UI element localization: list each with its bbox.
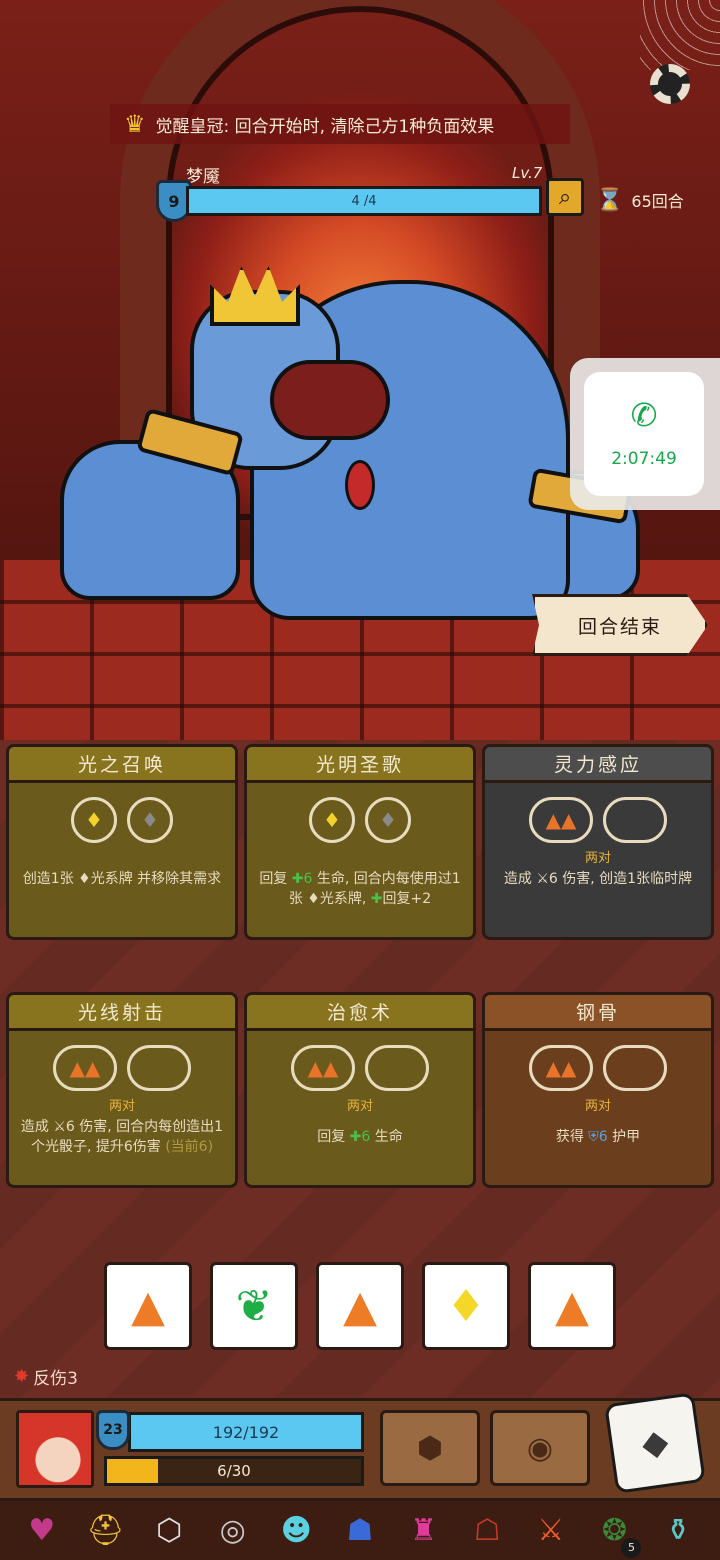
pot-icon: ◉: [526, 1430, 554, 1466]
crown-icon: ♛: [124, 110, 146, 138]
card-description: 造成 ⚔6 伤害, 回合内每创造出1个光骰子, 提升6伤害 (当前6): [20, 1119, 224, 1155]
call-duration: 2:07:49: [611, 449, 677, 469]
thorns-icon: ✸: [14, 1366, 30, 1387]
pair-slot-empty: [603, 1045, 667, 1091]
relic-bar: ♥ ⛑ ⬡ ◎ ☻ ☗ ♜ ☖ ⚔ ❂ 5 ⚱: [0, 1498, 720, 1560]
card-title: 光线射击: [9, 995, 235, 1031]
light-die[interactable]: ♦: [422, 1262, 510, 1350]
round-counter: ⌛ 65回合: [596, 180, 716, 220]
player-energy-bar: 6/30: [104, 1456, 364, 1486]
dice-slots: ▲▲: [9, 1045, 235, 1091]
card-light-shot[interactable]: 光线射击 ▲▲ 两对 造成 ⚔6 伤害, 回合内每创造出1个光骰子, 提升6伤害…: [6, 992, 238, 1188]
card-requirement: 两对: [584, 1099, 611, 1114]
fire-die[interactable]: ▲: [104, 1262, 192, 1350]
card-description: 回复 ✚6 生命: [317, 1129, 403, 1145]
card-title: 光明圣歌: [247, 747, 473, 783]
call-overlay[interactable]: ✆ 2:07:49: [570, 358, 720, 510]
wreath-relic-icon[interactable]: ❂ 5: [589, 1506, 642, 1558]
relic-effect-text: 觉醒皇冠: 回合开始时, 清除己方1种负面效果: [155, 116, 495, 137]
relic-count-badge: 5: [621, 1537, 642, 1558]
droplet-icon: ◆: [639, 1421, 671, 1465]
player-level: 23: [103, 1422, 123, 1438]
card-healing[interactable]: 治愈术 ▲▲ 两对 回复 ✚6 生命: [244, 992, 476, 1188]
avatar-image: [19, 1413, 91, 1485]
thorns-text: 反伤3: [33, 1369, 78, 1389]
card-requirement: 两对: [346, 1099, 373, 1114]
card-title: 治愈术: [247, 995, 473, 1031]
phone-icon: ✆: [630, 396, 658, 434]
player-hp-text: 192/192: [212, 1422, 280, 1442]
call-widget[interactable]: ✆ 2:07:49: [584, 372, 704, 496]
card-spirit-sense[interactable]: 灵力感应 ▲▲ 两对 造成 ⚔6 伤害, 创造1张临时牌: [482, 744, 714, 940]
pair-slot-filled: ▲▲: [529, 797, 593, 843]
dice-slots: ♦ ♦: [9, 797, 235, 843]
d20-item-slot[interactable]: ⬢: [380, 1410, 480, 1486]
fire-die[interactable]: ▲: [316, 1262, 404, 1350]
monster-eye: [345, 460, 375, 510]
blue-cloak-relic-icon[interactable]: ☗: [335, 1506, 385, 1556]
pair-slot-filled: ▲▲: [529, 1045, 593, 1091]
boss-hp-bar: 4 /4: [186, 186, 542, 216]
card-light-summon[interactable]: 光之召唤 ♦ ♦ 创造1张 ♦光系牌 并移除其需求: [6, 744, 238, 940]
card-description: 创造1张 ♦光系牌 并移除其需求: [22, 871, 222, 887]
fire-sword-relic-icon[interactable]: ⚔: [526, 1506, 576, 1556]
boss-monster[interactable]: [60, 240, 640, 620]
card-title: 灵力感应: [485, 747, 711, 783]
fire-die[interactable]: ▲: [528, 1262, 616, 1350]
red-hood-relic-icon[interactable]: ☖: [462, 1506, 512, 1556]
dice-slots: ▲▲: [485, 797, 711, 843]
end-turn-button[interactable]: 回合结束: [532, 594, 708, 656]
grey-dice-slot: ♦: [365, 797, 411, 843]
dice-slots: ▲▲: [247, 1045, 473, 1091]
player-hp-bar: 192/192: [128, 1412, 364, 1452]
dice-slots: ♦ ♦: [247, 797, 473, 843]
pink-heart-relic-icon[interactable]: ♥: [17, 1506, 67, 1556]
d20-icon: ⬢: [416, 1430, 444, 1466]
pair-slot-filled: ▲▲: [291, 1045, 355, 1091]
boss-shield-value: 9: [168, 191, 180, 211]
ring-relic-icon[interactable]: ◎: [208, 1506, 258, 1556]
pair-slot-filled: ▲▲: [53, 1045, 117, 1091]
card-requirement: [9, 847, 235, 865]
light-dice-slot: ♦: [71, 797, 117, 843]
hourglass-icon: ⌛: [596, 187, 624, 213]
thorns-status[interactable]: ✸ 反伤3: [14, 1364, 78, 1389]
pair-slot-empty: [603, 797, 667, 843]
card-title: 光之召唤: [9, 747, 235, 783]
card-requirement: 两对: [108, 1099, 135, 1114]
potion-item-slot[interactable]: ◉: [490, 1410, 590, 1486]
card-steel-bone[interactable]: 钢骨 ▲▲ 两对 获得 ⛨6 护甲: [482, 992, 714, 1188]
pair-slot-empty: [127, 1045, 191, 1091]
reroll-die[interactable]: ◆: [604, 1392, 706, 1494]
energy-text: 6/30: [217, 1462, 251, 1480]
cobweb-decoration: [640, 0, 720, 70]
magnifier-icon: ⌕: [558, 184, 572, 210]
card-description: 获得 ⛨6 护甲: [555, 1129, 641, 1145]
leaf-die[interactable]: ❦: [210, 1262, 298, 1350]
card-requirement: 两对: [584, 851, 611, 866]
inspect-button[interactable]: ⌕: [546, 178, 584, 216]
pair-slot-empty: [365, 1045, 429, 1091]
gear-icon[interactable]: [650, 64, 690, 104]
player-level-badge: 23: [96, 1410, 130, 1450]
ghost-relic-icon[interactable]: ☻: [271, 1506, 321, 1556]
light-dice-slot: ♦: [309, 797, 355, 843]
player-avatar[interactable]: [16, 1410, 94, 1488]
boss-hp-text: 4 /4: [351, 193, 377, 209]
vase-relic-icon[interactable]: ⚱: [653, 1506, 703, 1556]
monster-mouth: [270, 360, 390, 440]
card-description: 回复 ✚6 生命, 回合内每使用过1张 ♦光系牌, ✚回复+2: [259, 871, 461, 907]
card-light-hymn[interactable]: 光明圣歌 ♦ ♦ 回复 ✚6 生命, 回合内每使用过1张 ♦光系牌, ✚回复+2: [244, 744, 476, 940]
golden-helmet-relic-icon[interactable]: ⛑: [80, 1506, 130, 1556]
dice-slots: ▲▲: [485, 1045, 711, 1091]
totem-relic-icon[interactable]: ♜: [399, 1506, 449, 1556]
card-requirement: [247, 847, 473, 865]
d20-relic-icon[interactable]: ⬡: [144, 1506, 194, 1556]
relic-effect-banner: ♛ 觉醒皇冠: 回合开始时, 清除己方1种负面效果: [110, 104, 570, 144]
card-description: 造成 ⚔6 伤害, 创造1张临时牌: [503, 871, 693, 887]
round-count-text: 65回合: [631, 192, 684, 211]
card-title: 钢骨: [485, 995, 711, 1031]
boss-level: Lv.7: [512, 164, 543, 182]
grey-dice-slot: ♦: [127, 797, 173, 843]
